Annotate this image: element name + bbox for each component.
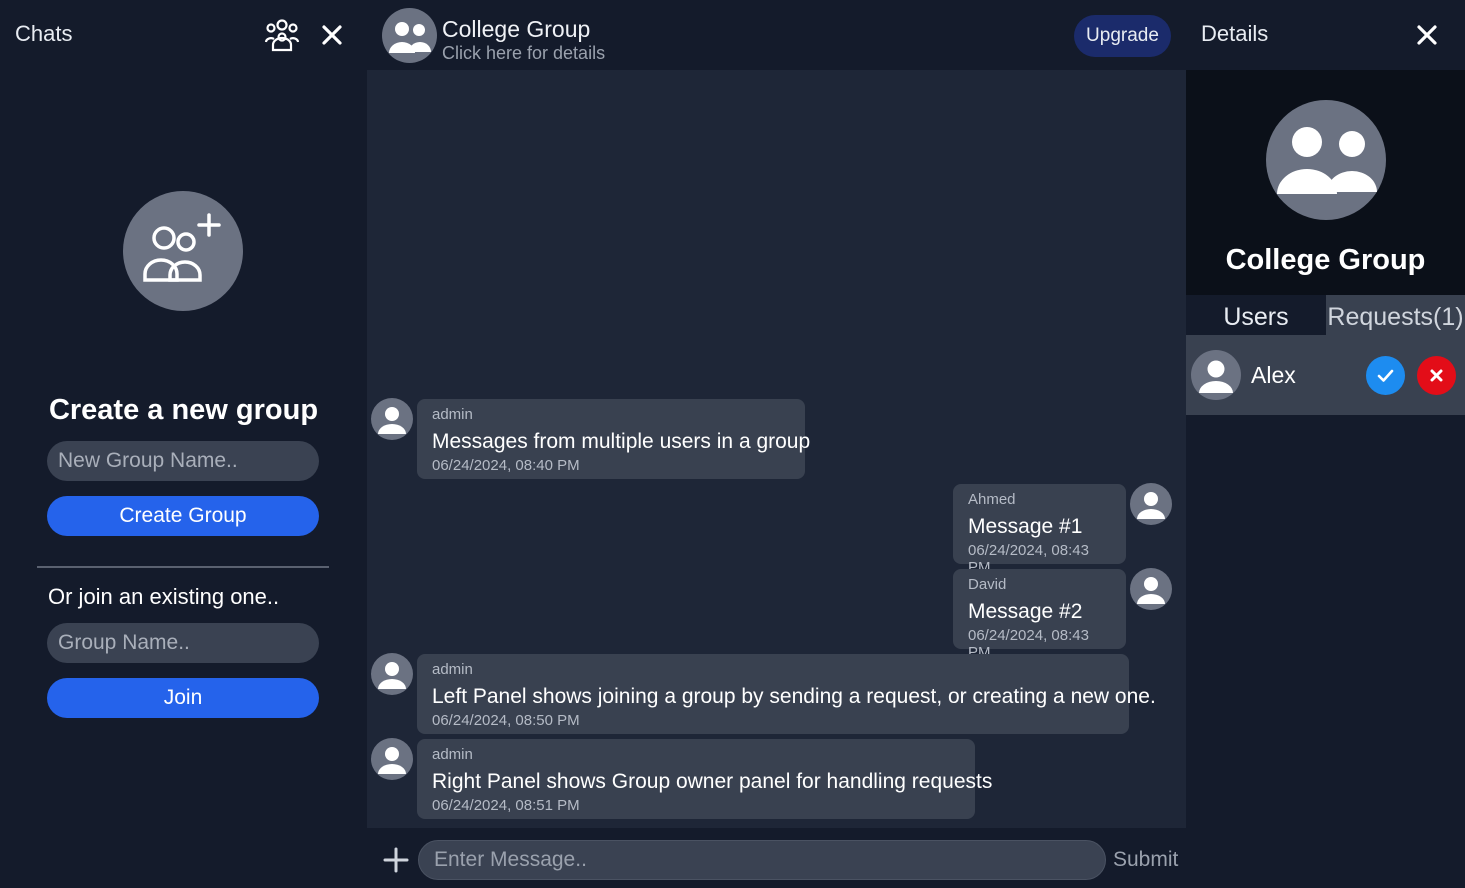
upgrade-button[interactable]: Upgrade: [1074, 15, 1171, 57]
message-bubble: Ahmed Message #1 06/24/2024, 08:43 PM: [953, 484, 1126, 576]
chats-title: Chats: [15, 21, 73, 46]
message-bubble: admin Messages from multiple users in a …: [417, 399, 811, 479]
details-group-avatar: [1266, 100, 1386, 220]
message-bubble: David Message #2 06/24/2024, 08:43 PM: [953, 569, 1126, 661]
divider: [37, 566, 329, 568]
message-avatar: [371, 653, 413, 695]
x-icon: [1430, 369, 1443, 382]
join-group-title: Or join an existing one..: [48, 584, 280, 609]
message-time: 06/24/2024, 08:40 PM: [432, 457, 580, 474]
request-avatar: [1191, 350, 1241, 400]
join-button[interactable]: Join: [47, 678, 319, 718]
message-text: Left Panel shows joining a group by send…: [432, 685, 1156, 708]
user-icon: [378, 662, 406, 689]
request-user-name: Alex: [1251, 362, 1296, 388]
message-time: 06/24/2024, 08:43 PM: [968, 627, 1089, 661]
message-bubble: admin Left Panel shows joining a group b…: [417, 654, 1156, 734]
message-sender: admin: [432, 661, 473, 678]
check-icon: [1377, 369, 1394, 382]
user-icon: [378, 747, 406, 774]
message-avatar: [1130, 483, 1172, 525]
message-text: Message #2: [968, 600, 1083, 623]
message-sender: admin: [432, 406, 473, 423]
message-text: Messages from multiple users in a group: [432, 430, 811, 453]
left-panel-header: Chats: [0, 0, 367, 70]
message-input[interactable]: [418, 840, 1106, 880]
create-group-button[interactable]: Create Group: [47, 496, 319, 536]
group-icon: [389, 22, 431, 53]
chat-group-subtitle[interactable]: Click here for details: [442, 43, 605, 64]
group-icon: [1277, 127, 1377, 194]
message-text: Right Panel shows Group owner panel for …: [432, 770, 993, 793]
plus-icon[interactable]: [382, 846, 410, 874]
group-avatar[interactable]: [382, 8, 437, 63]
group-name-input[interactable]: [47, 623, 319, 663]
message-bubble: admin Right Panel shows Group owner pane…: [417, 739, 993, 819]
create-group-title: Create a new group: [48, 394, 319, 426]
message-time: 06/24/2024, 08:51 PM: [432, 797, 580, 814]
message-time: 06/24/2024, 08:50 PM: [432, 712, 580, 729]
details-group-name: College Group: [1225, 244, 1426, 276]
message-sender: Ahmed: [968, 491, 1016, 508]
tab-users[interactable]: Users: [1186, 295, 1326, 335]
user-icon: [1137, 577, 1165, 604]
user-icon: [1137, 492, 1165, 519]
reject-request-button[interactable]: [1417, 356, 1456, 395]
close-icon[interactable]: [319, 22, 345, 48]
message-sender: admin: [432, 746, 473, 763]
add-group-icon: [143, 213, 221, 282]
new-group-name-input[interactable]: [47, 441, 319, 481]
close-icon[interactable]: [1414, 22, 1440, 48]
groups-icon[interactable]: [264, 18, 300, 52]
tab-requests[interactable]: Requests(1): [1326, 295, 1465, 335]
new-group-avatar: [123, 191, 243, 311]
message-sender: David: [968, 576, 1007, 593]
message-avatar: [371, 398, 413, 440]
user-icon: [378, 407, 406, 434]
user-icon: [1199, 360, 1233, 393]
message-avatar: [1130, 568, 1172, 610]
message-avatar: [371, 738, 413, 780]
chat-group-name[interactable]: College Group: [442, 16, 590, 43]
details-title: Details: [1201, 21, 1269, 46]
submit-button[interactable]: Submit: [1113, 848, 1178, 872]
message-text: Message #1: [968, 515, 1083, 538]
accept-request-button[interactable]: [1366, 356, 1405, 395]
message-time: 06/24/2024, 08:43 PM: [968, 542, 1089, 576]
